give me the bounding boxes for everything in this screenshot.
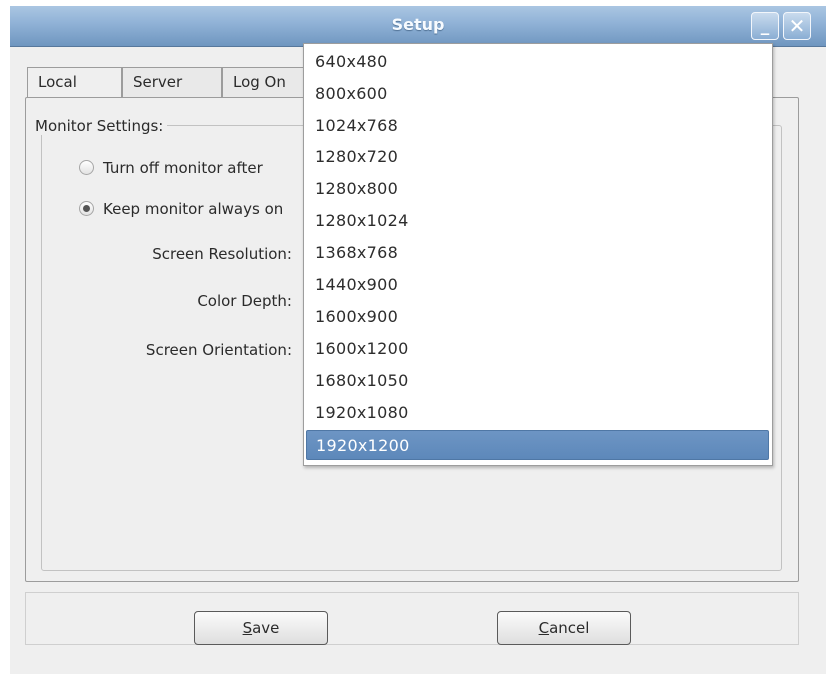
color-depth-label: Color Depth: [197,292,292,310]
tab-log-on[interactable]: Log On [222,67,312,97]
resolution-option[interactable]: 1280x1024 [306,206,769,236]
resolution-option[interactable]: 1024x768 [306,111,769,141]
radio-checked-icon[interactable] [79,201,94,216]
resolution-option[interactable]: 1600x1200 [306,334,769,364]
resolution-option[interactable]: 1280x800 [306,174,769,204]
cancel-button[interactable]: Cancel [497,611,631,645]
resolution-dropdown-list[interactable]: 640x480 800x600 1024x768 1280x720 1280x8… [303,43,773,466]
resolution-option[interactable]: 1440x900 [306,270,769,300]
screen-orientation-label: Screen Orientation: [145,341,292,359]
resolution-option[interactable]: 1280x720 [306,142,769,172]
keep-monitor-on-option[interactable]: Keep monitor always on [79,200,283,218]
title-bar[interactable]: Setup _ ✕ [10,6,826,47]
save-label: ave [252,619,280,637]
resolution-option[interactable]: 1680x1050 [306,366,769,396]
minimize-button[interactable]: _ [751,12,779,40]
turn-off-monitor-option[interactable]: Turn off monitor after [79,159,263,177]
monitor-settings-title: Monitor Settings: [31,117,168,135]
cancel-label: ancel [549,619,590,637]
button-bar [25,592,799,645]
cancel-mnemonic: C [538,619,550,637]
resolution-option[interactable]: 640x480 [306,47,769,77]
resolution-option[interactable]: 1368x768 [306,238,769,268]
close-button[interactable]: ✕ [783,12,811,40]
resolution-option[interactable]: 800x600 [306,79,769,109]
tab-local[interactable]: Local [27,67,122,98]
window-title: Setup [391,15,445,34]
resolution-option-selected[interactable]: 1920x1200 [306,430,769,460]
tab-server[interactable]: Server [122,67,222,97]
turn-off-monitor-label: Turn off monitor after [103,159,263,177]
radio-unchecked-icon[interactable] [79,160,94,175]
keep-monitor-on-label: Keep monitor always on [103,200,284,218]
screen-resolution-label: Screen Resolution: [152,245,292,263]
resolution-option[interactable]: 1600x900 [306,302,769,332]
resolution-option[interactable]: 1920x1080 [306,398,769,428]
save-button[interactable]: Save [194,611,328,645]
save-mnemonic: S [242,619,253,637]
